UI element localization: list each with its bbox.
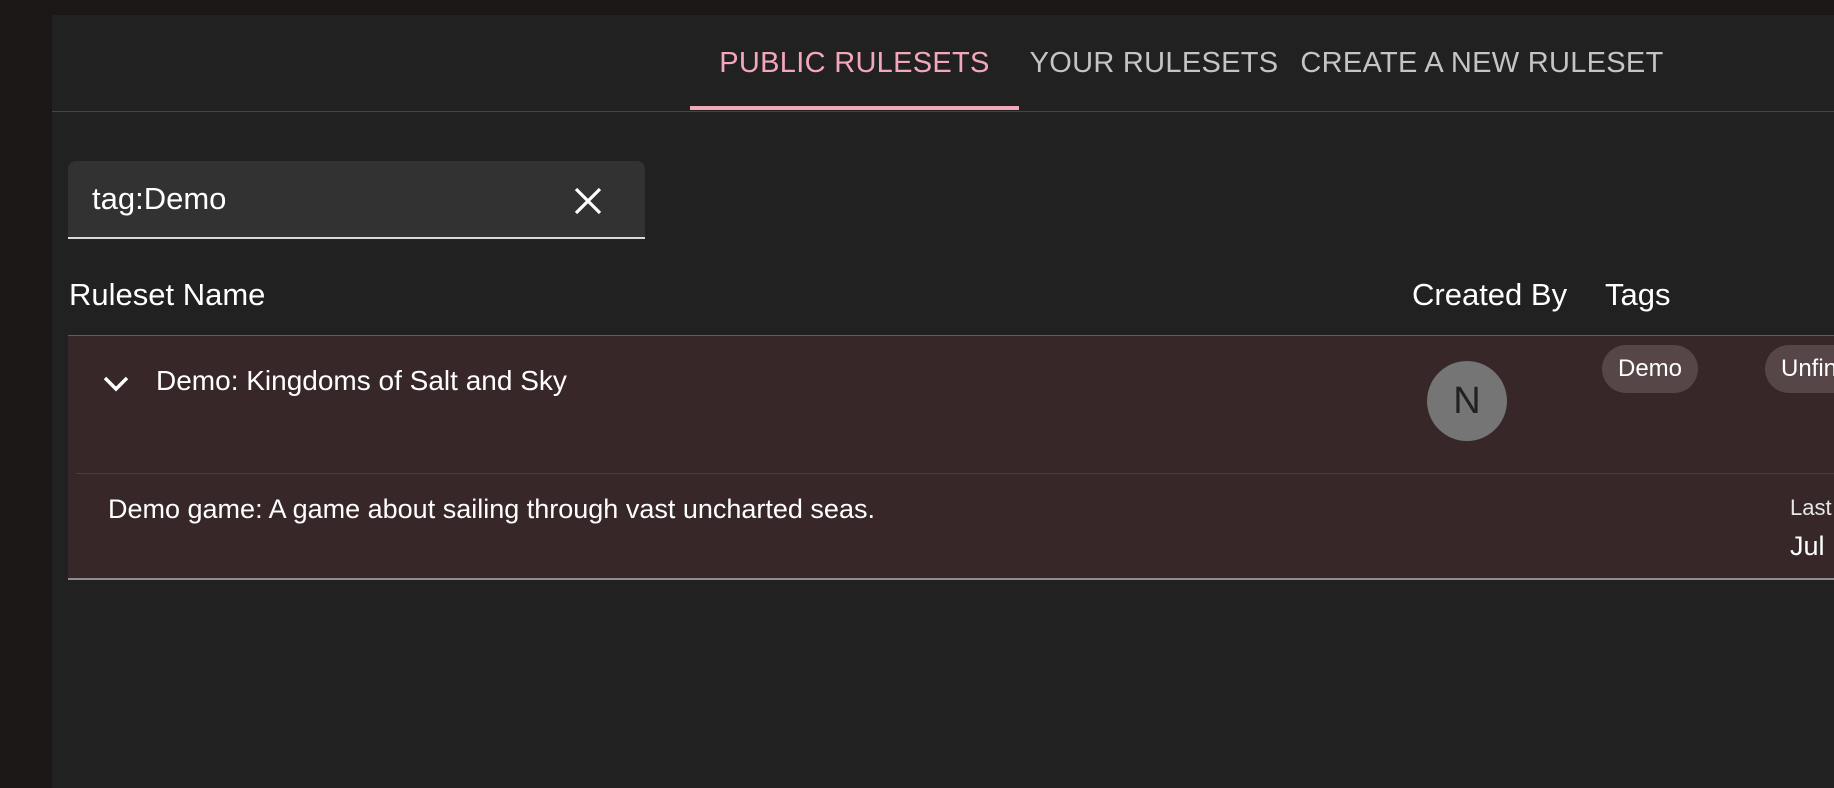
last-updated-value: Jul bbox=[1790, 531, 1825, 561]
ruleset-description: Demo game: A game about sailing through … bbox=[108, 494, 875, 524]
column-header-created-by[interactable]: Created By bbox=[1412, 277, 1567, 313]
column-header-tags[interactable]: Tags bbox=[1605, 277, 1670, 313]
search-input[interactable] bbox=[92, 175, 532, 223]
close-icon bbox=[574, 187, 602, 215]
chevron-down-icon bbox=[103, 376, 129, 392]
column-header-name[interactable]: Ruleset Name bbox=[69, 277, 265, 313]
expand-row-button[interactable] bbox=[98, 366, 134, 402]
active-tab-indicator bbox=[690, 106, 1019, 110]
avatar[interactable]: N bbox=[1427, 361, 1507, 441]
clear-search-button[interactable] bbox=[566, 179, 610, 223]
main-page: PUBLIC RULESETS YOUR RULESETS CREATE A N… bbox=[52, 15, 1834, 788]
tab-your-rulesets[interactable]: YOUR RULESETS bbox=[1019, 15, 1289, 111]
tab-create-ruleset[interactable]: CREATE A NEW RULESET bbox=[1289, 15, 1675, 111]
tag-chip-demo[interactable]: Demo bbox=[1602, 345, 1699, 393]
tab-public-rulesets[interactable]: PUBLIC RULESETS bbox=[690, 15, 1019, 111]
table-row[interactable]: Demo: Kingdoms of Salt and Sky N Demo Un… bbox=[68, 336, 1834, 474]
ruleset-name[interactable]: Demo: Kingdoms of Salt and Sky bbox=[156, 365, 567, 397]
row-detail-panel: Demo game: A game about sailing through … bbox=[68, 474, 1834, 580]
search-field bbox=[68, 161, 645, 239]
tab-bar: PUBLIC RULESETS YOUR RULESETS CREATE A N… bbox=[52, 15, 1834, 112]
tag-chip-unfinished[interactable]: Unfinished bbox=[1765, 345, 1834, 393]
last-updated-label: Last updated bbox=[1790, 495, 1834, 520]
